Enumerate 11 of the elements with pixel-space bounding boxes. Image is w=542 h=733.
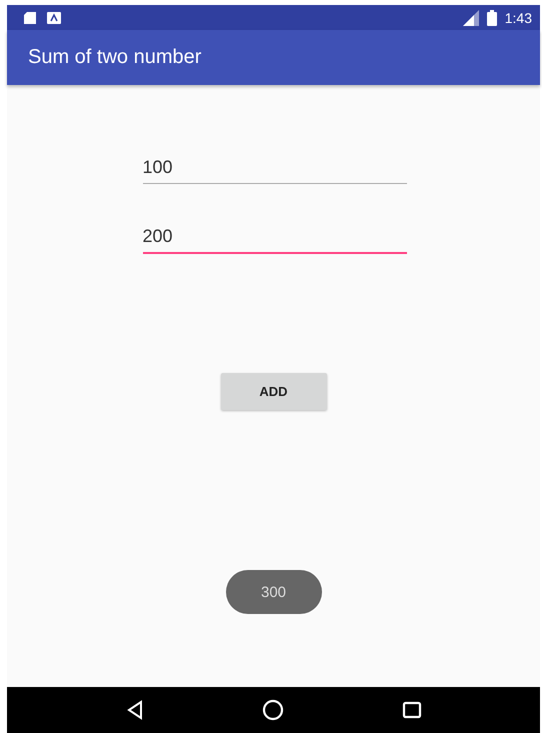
recents-icon[interactable] [402, 700, 422, 720]
home-icon[interactable] [261, 698, 286, 722]
add-button[interactable]: ADD [220, 373, 326, 410]
app-title: Sum of two number [28, 46, 202, 69]
battery-icon [486, 10, 497, 26]
number-field[interactable]: 200 [142, 222, 406, 254]
sd-card-icon [23, 10, 37, 24]
toast-message: 300 [226, 570, 322, 614]
status-time: 1:43 [504, 10, 532, 26]
number-field[interactable]: 100 [142, 153, 406, 184]
notification-icon [47, 12, 61, 24]
